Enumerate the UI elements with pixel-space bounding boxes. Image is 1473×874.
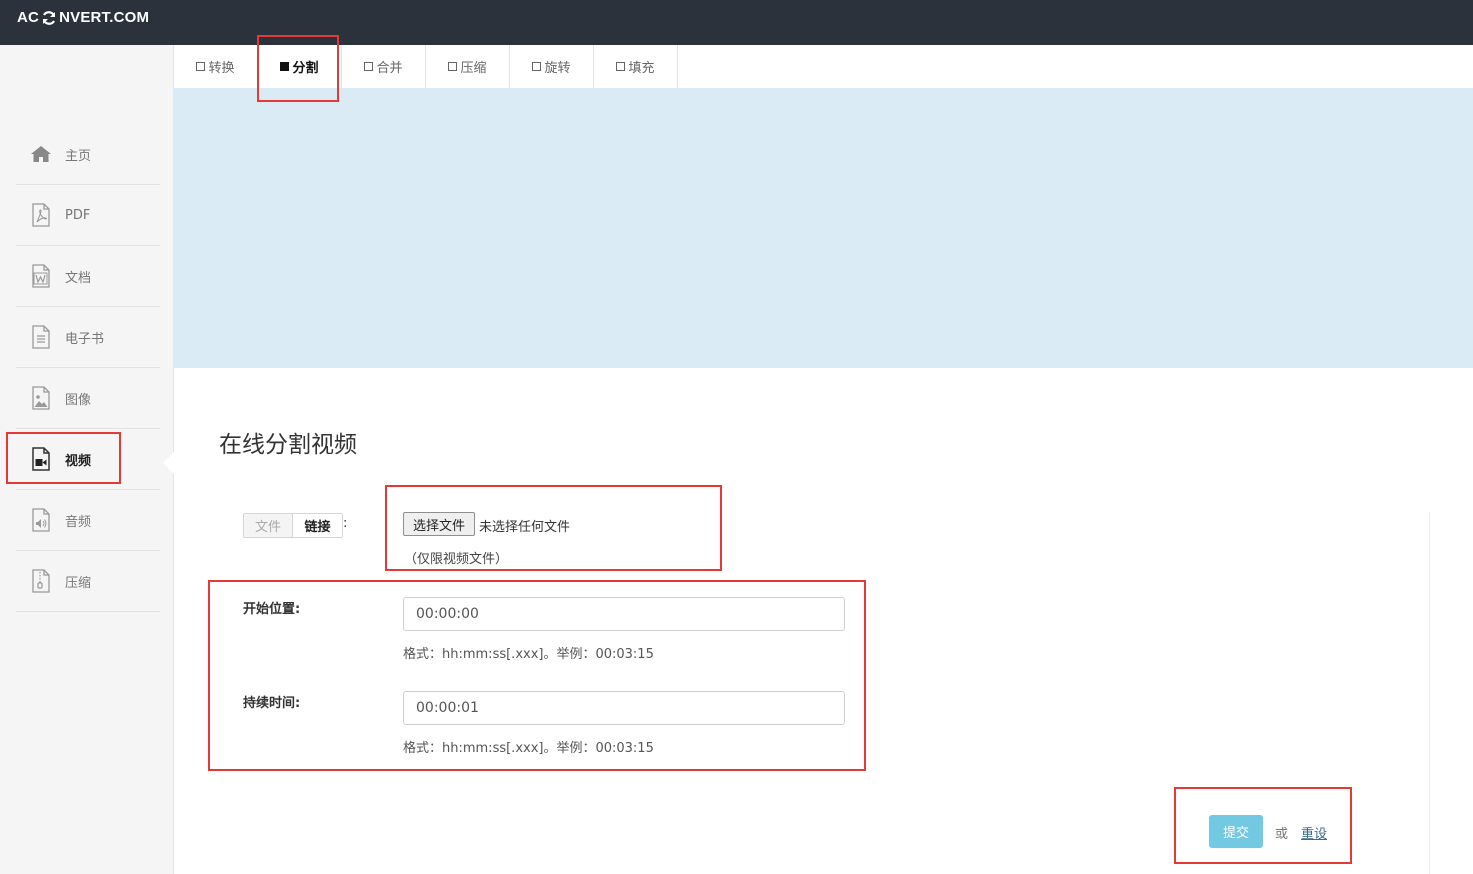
sidebar-item-label: 音频 [65, 514, 92, 530]
start-position-input[interactable]: 00:00:00 [403, 597, 845, 631]
sidebar-item-archive[interactable]: 压缩 [16, 551, 160, 612]
start-position-help: 格式：hh:mm:ss[.xxx]。举例：00:03:15 [403, 647, 654, 662]
active-item-pointer [163, 452, 174, 474]
duration-label: 持续时间: [243, 696, 301, 711]
source-link-toggle[interactable]: 链接 [293, 514, 342, 537]
file-status: 未选择任何文件 [479, 520, 571, 535]
tab-label: 合并 [376, 61, 403, 76]
tab-merge[interactable]: 合并 [342, 45, 426, 88]
sidebar-item-label: 文档 [65, 270, 92, 286]
site-logo[interactable]: AC NVERT.COM [17, 9, 149, 26]
tab-label: 填充 [628, 61, 655, 76]
pdf-file-icon [30, 203, 52, 227]
duration-help: 格式：hh:mm:ss[.xxx]。举例：00:03:15 [403, 741, 654, 756]
or-text: 或 [1275, 827, 1289, 842]
tab-label: 转换 [208, 61, 235, 76]
sidebar-item-audio[interactable]: 音频 [16, 490, 160, 551]
sidebar-item-documents[interactable]: 文档 [16, 246, 160, 307]
sidebar-item-label: PDF [65, 207, 91, 223]
sidebar-item-label: 视频 [65, 453, 92, 469]
archive-file-icon [30, 569, 52, 593]
checkbox-icon [616, 62, 626, 71]
ad-banner-area [174, 88, 1473, 368]
source-colon: : [343, 516, 348, 531]
file-hint: （仅限视频文件） [404, 552, 509, 567]
sidebar-item-images[interactable]: 图像 [16, 368, 160, 429]
audio-file-icon [30, 508, 52, 532]
tab-label: 分割 [292, 61, 319, 76]
tab-rotate[interactable]: 旋转 [510, 45, 594, 88]
tab-label: 旋转 [544, 61, 571, 76]
tab-convert[interactable]: 转换 [174, 45, 258, 88]
checkbox-icon [448, 62, 458, 71]
tab-split[interactable]: 分割 [258, 45, 342, 88]
sidebar-item-pdf[interactable]: PDF [16, 185, 160, 246]
start-position-label: 开始位置: [243, 602, 301, 617]
refresh-icon [41, 10, 57, 26]
sidebar-item-ebook[interactable]: 电子书 [16, 307, 160, 368]
duration-input[interactable]: 00:00:01 [403, 691, 845, 725]
image-file-icon [30, 386, 52, 410]
checkbox-icon [532, 62, 542, 71]
word-document-icon [30, 264, 52, 288]
sidebar-item-label: 主页 [65, 148, 92, 164]
checkbox-icon [196, 62, 206, 71]
logo-text-left: AC [17, 9, 40, 26]
tool-tabs: 转换 分割 合并 压缩 旋转 填充 [174, 45, 678, 88]
home-icon [30, 142, 52, 166]
top-bar: AC NVERT.COM [0, 0, 1473, 45]
sidebar-item-label: 图像 [65, 392, 92, 408]
checkbox-icon [364, 62, 374, 71]
sidebar-item-label: 电子书 [65, 331, 105, 347]
source-toggle: 文件 链接 [243, 513, 343, 538]
logo-text-right: NVERT.COM [59, 9, 150, 26]
tab-label: 压缩 [460, 61, 487, 76]
submit-button[interactable]: 提交 [1209, 815, 1263, 848]
sidebar-item-home[interactable]: 主页 [16, 124, 160, 185]
page-title: 在线分割视频 [219, 432, 357, 458]
video-file-icon [30, 447, 52, 471]
choose-file-button[interactable]: 选择文件 [403, 512, 475, 536]
ebook-icon [30, 325, 52, 349]
checkbox-icon [280, 62, 290, 71]
reset-link[interactable]: 重设 [1301, 823, 1327, 842]
tab-pad[interactable]: 填充 [594, 45, 678, 88]
sidebar-item-video[interactable]: 视频 [16, 429, 160, 490]
source-file-toggle[interactable]: 文件 [244, 514, 293, 537]
divider [1429, 512, 1430, 874]
sidebar-item-label: 压缩 [65, 575, 92, 591]
tab-compress[interactable]: 压缩 [426, 45, 510, 88]
